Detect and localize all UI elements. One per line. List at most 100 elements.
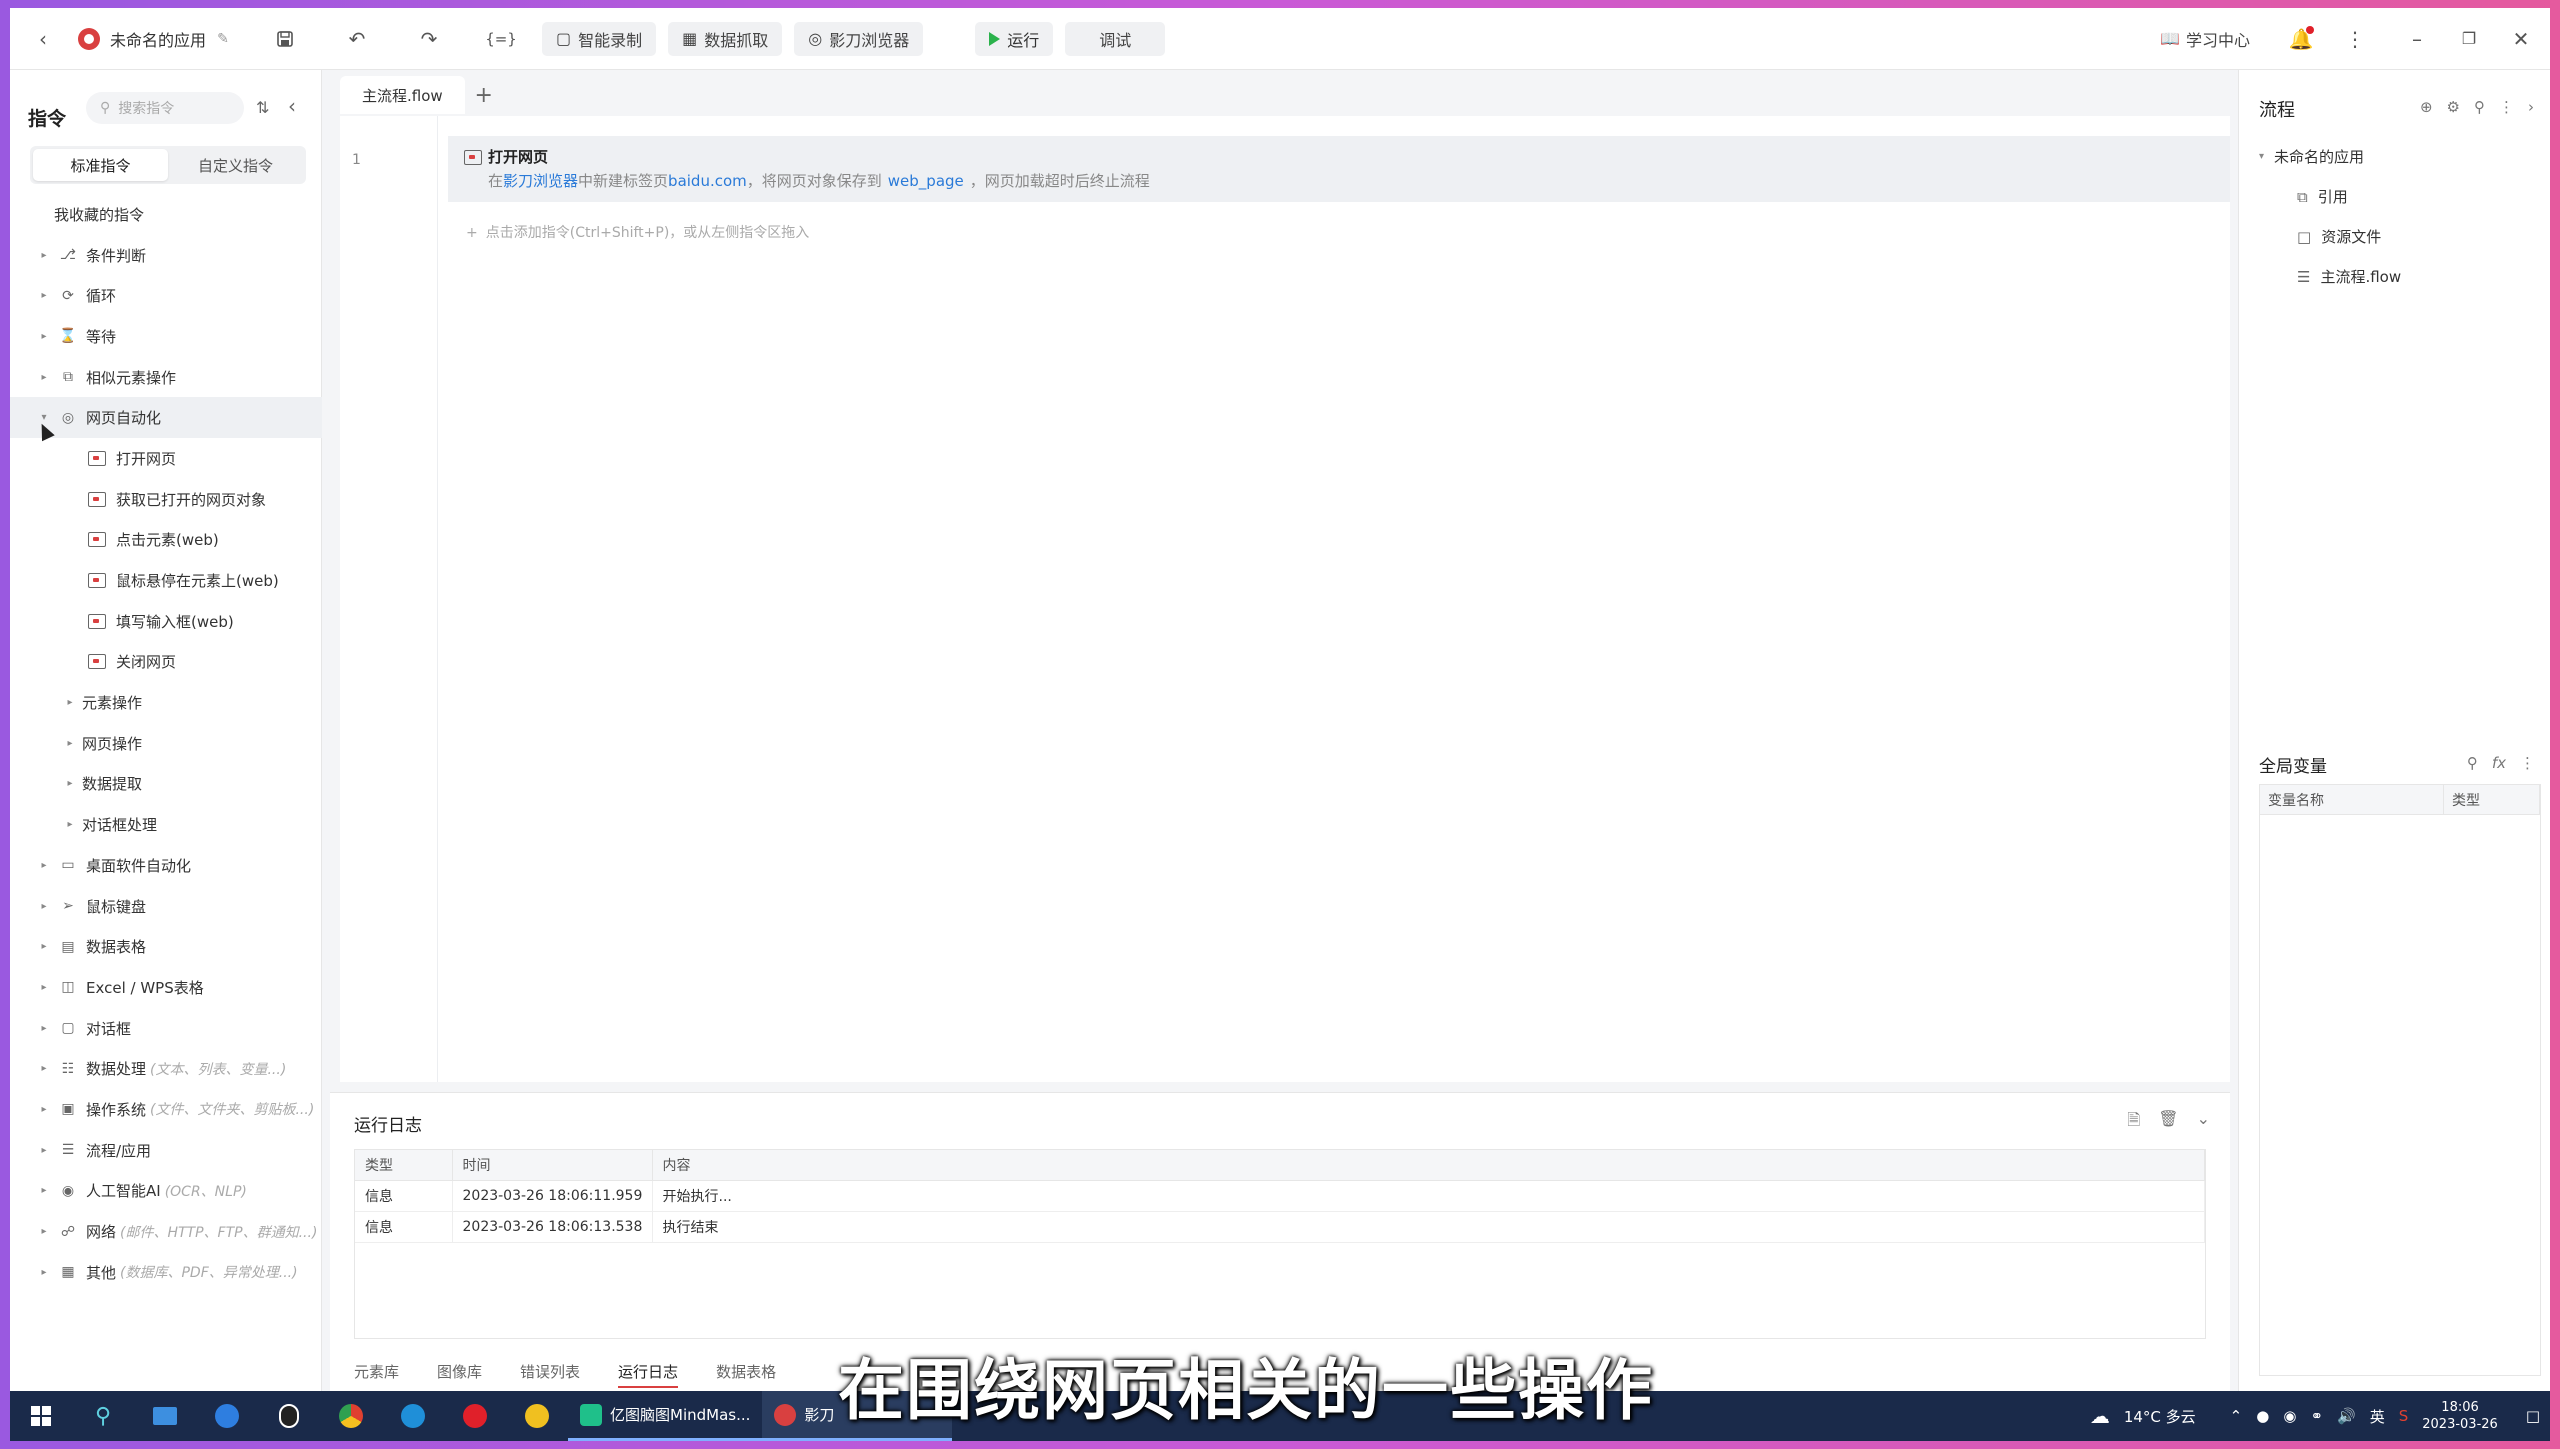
flow-item-resources[interactable]: □ 资源文件: [2297, 226, 2381, 247]
add-flow-icon[interactable]: ⊕: [2420, 98, 2433, 116]
tab-custom-commands[interactable]: 自定义指令: [168, 149, 303, 181]
search-icon[interactable]: ⚲: [2467, 754, 2478, 772]
tree-item-desktop-automation[interactable]: ▸ ▭ 桌面软件自动化: [10, 845, 322, 886]
column-header: 内容: [652, 1150, 2205, 1181]
tree-item-data-extract[interactable]: ▸ 数据提取: [10, 764, 322, 805]
tree-item-condition[interactable]: ▸ ⎇ 条件判断: [10, 235, 322, 276]
trash-icon[interactable]: 🗑: [2158, 1109, 2178, 1136]
settings-icon[interactable]: ⚙: [2447, 98, 2460, 116]
tab-element-library[interactable]: 元素库: [354, 1361, 399, 1388]
app-name[interactable]: 未命名的应用: [110, 27, 206, 51]
netease-music-icon[interactable]: [444, 1391, 506, 1441]
tree-item-mouse-keyboard[interactable]: ▸ ➢ 鼠标键盘: [10, 886, 322, 927]
flow-item-reference[interactable]: ⧉ 引用: [2297, 186, 2348, 207]
volume-icon[interactable]: 🔊: [2337, 1407, 2356, 1425]
add-tab-icon[interactable]: +: [465, 76, 503, 114]
tree-item-fill-input[interactable]: 填写输入框(web): [10, 601, 322, 642]
file-explorer-icon[interactable]: [134, 1391, 196, 1441]
variable-icon[interactable]: {=}: [485, 28, 517, 50]
weather-text[interactable]: 14°C 多云: [2124, 1406, 2196, 1427]
wechat-icon[interactable]: ◉: [2283, 1407, 2296, 1425]
debug-button[interactable]: 调试: [1065, 21, 1166, 56]
notification-icon[interactable]: □: [2526, 1407, 2540, 1425]
table-row[interactable]: 信息 2023-03-26 18:06:13.538 执行结束: [355, 1211, 2205, 1243]
chat-app-icon[interactable]: [196, 1391, 258, 1441]
chrome-icon[interactable]: [320, 1391, 382, 1441]
add-command-hint[interactable]: + 点击添加指令(Ctrl+Shift+P)，或从左侧指令区拖入: [466, 222, 809, 242]
edit-icon[interactable]: ✎: [212, 28, 234, 50]
search-icon[interactable]: ⚲: [72, 1391, 134, 1441]
windows-start-icon[interactable]: [10, 1391, 72, 1441]
more-icon[interactable]: ⋮: [2520, 754, 2535, 772]
expand-arrow-icon: ▸: [41, 859, 47, 871]
sogou-icon[interactable]: S: [2399, 1407, 2409, 1425]
clock-date: 2023-03-26: [2422, 1417, 2498, 1432]
flow-root[interactable]: ▾ 未命名的应用: [2259, 146, 2364, 167]
tree-item-network[interactable]: ▸ ☍ 网络 (邮件、HTTP、FTP、群通知...): [10, 1211, 322, 1252]
tab-run-log[interactable]: 运行日志: [618, 1361, 679, 1388]
tree-item-hover-element[interactable]: 鼠标悬停在元素上(web): [10, 560, 322, 601]
tree-item-similar-elements[interactable]: ▸ ⧉ 相似元素操作: [10, 357, 322, 398]
collapse-panel-icon[interactable]: ‹: [288, 94, 296, 118]
maximize-icon[interactable]: ❐: [2458, 28, 2480, 50]
export-icon[interactable]: 🗎: [2127, 1109, 2140, 1136]
favorites-item[interactable]: 我收藏的指令: [10, 194, 322, 235]
taskbar-app-mindmaster[interactable]: 亿图脑图MindMas...: [568, 1391, 763, 1441]
tree-item-flow-app[interactable]: ▸ ☰ 流程/应用: [10, 1130, 322, 1171]
run-button[interactable]: 运行: [975, 21, 1054, 56]
table-row[interactable]: 信息 2023-03-26 18:06:11.959 开始执行...: [355, 1180, 2205, 1212]
flow-item-main-flow[interactable]: ☰ 主流程.flow: [2297, 266, 2401, 287]
bell-icon[interactable]: 🔔: [2289, 25, 2314, 51]
microphone-icon[interactable]: ●: [2256, 1407, 2269, 1425]
tree-item-close-web[interactable]: 关闭网页: [10, 642, 322, 683]
close-icon[interactable]: ✕: [2510, 27, 2532, 51]
chevron-down-icon[interactable]: ⌄: [2197, 1109, 2210, 1136]
back-icon[interactable]: ‹: [32, 27, 54, 51]
tree-item-dialog[interactable]: ▸ ▢ 对话框: [10, 1008, 322, 1049]
tree-item-element-ops[interactable]: ▸ 元素操作: [10, 682, 322, 723]
save-icon[interactable]: [274, 28, 296, 50]
sort-icon[interactable]: ⇅: [256, 98, 269, 117]
learn-center-button[interactable]: 📖 学习中心: [2160, 27, 2250, 51]
tree-item-data-processing[interactable]: ▸ ☷ 数据处理 (文本、列表、变量...): [10, 1048, 322, 1089]
tree-item-data-table[interactable]: ▸ ▤ 数据表格: [10, 926, 322, 967]
tree-item-web-automation[interactable]: ▾ ◎ 网页自动化: [10, 397, 322, 439]
chevron-right-icon[interactable]: ›: [2528, 98, 2534, 116]
ime-indicator[interactable]: 英: [2370, 1406, 2385, 1427]
redo-icon[interactable]: ↷: [418, 27, 440, 51]
qq-icon[interactable]: [258, 1391, 320, 1441]
tree-item-loop[interactable]: ▸ ⟳ 循环: [10, 275, 322, 316]
browser-button[interactable]: ◎ 影刀浏览器: [794, 21, 924, 56]
chevron-up-icon[interactable]: ⌃: [2230, 1407, 2243, 1425]
network-icon[interactable]: ⚭: [2310, 1407, 2323, 1425]
tree-item-page-ops[interactable]: ▸ 网页操作: [10, 723, 322, 764]
tab-error-list[interactable]: 错误列表: [520, 1361, 580, 1388]
tab-main-flow[interactable]: 主流程.flow: [340, 76, 465, 114]
tree-item-ai[interactable]: ▸ ◉ 人工智能AI (OCR、NLP): [10, 1171, 322, 1212]
tree-item-os[interactable]: ▸ ▣ 操作系统 (文件、文件夹、剪贴板...): [10, 1089, 322, 1130]
tree-item-get-web-object[interactable]: 获取已打开的网页对象: [10, 479, 322, 520]
command-search-input[interactable]: ⚲ 搜索指令: [86, 92, 244, 124]
tree-item-open-web[interactable]: 打开网页: [10, 438, 322, 479]
data-grab-button[interactable]: ▦ 数据抓取: [668, 21, 783, 56]
tab-standard-commands[interactable]: 标准指令: [33, 149, 168, 181]
tree-item-excel[interactable]: ▸ ◫ Excel / WPS表格: [10, 967, 322, 1008]
minimize-icon[interactable]: –: [2406, 27, 2428, 51]
search-icon[interactable]: ⚲: [2474, 98, 2485, 116]
tree-item-wait[interactable]: ▸ ⌛ 等待: [10, 316, 322, 357]
undo-icon[interactable]: ↶: [346, 27, 368, 51]
command-block-open-web[interactable]: 打开网页 在影刀浏览器中新建标签页baidu.com，将网页对象保存到 web_p…: [448, 136, 2230, 202]
tree-item-other[interactable]: ▸ ▦ 其他 (数据库、PDF、异常处理...): [10, 1252, 322, 1293]
edge-icon[interactable]: [382, 1391, 444, 1441]
tree-item-click-element[interactable]: 点击元素(web): [10, 520, 322, 561]
more-icon[interactable]: ⋮: [2499, 98, 2514, 116]
tab-data-table[interactable]: 数据表格: [716, 1361, 776, 1388]
app-yellow-icon[interactable]: [506, 1391, 568, 1441]
tab-image-library[interactable]: 图像库: [437, 1361, 482, 1388]
clock[interactable]: 18:06 2023-03-26: [2422, 1399, 2498, 1433]
smart-record-button[interactable]: ▢ 智能录制: [542, 21, 657, 56]
expand-arrow-icon: ▸: [67, 737, 73, 749]
tree-item-dialog-handling[interactable]: ▸ 对话框处理: [10, 804, 322, 845]
more-icon[interactable]: ⋮: [2344, 27, 2366, 51]
function-icon[interactable]: fx: [2492, 754, 2506, 772]
